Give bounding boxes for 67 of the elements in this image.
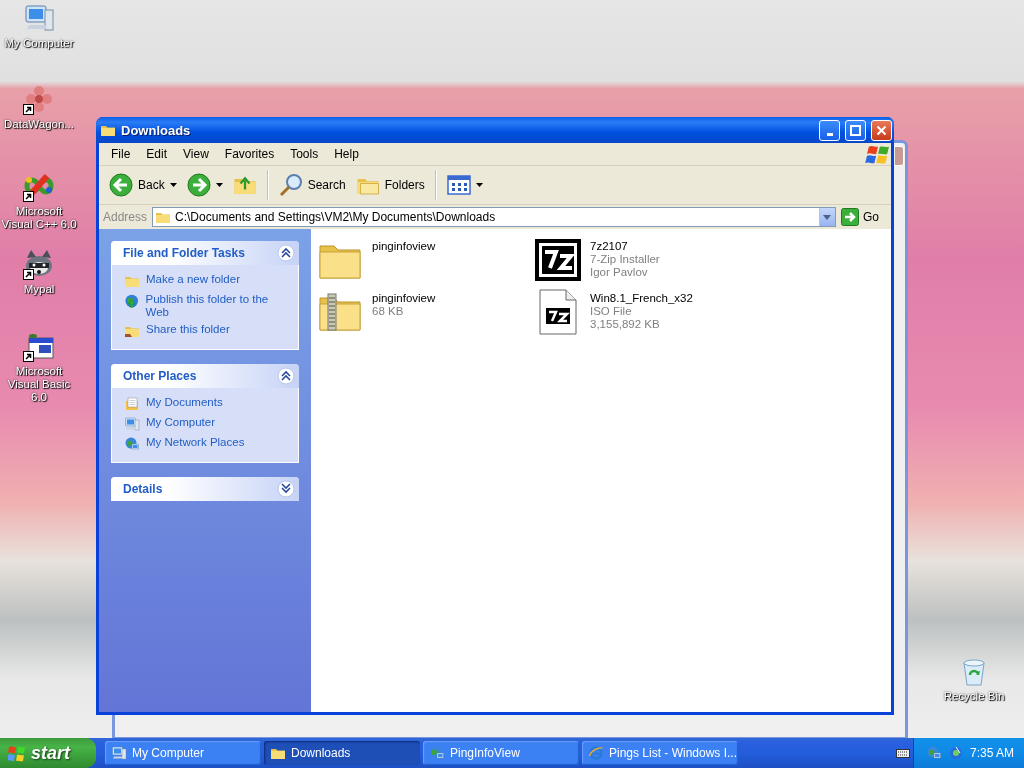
taskbar-button[interactable]: My Computer: [105, 741, 261, 765]
back-button[interactable]: Back: [105, 171, 181, 199]
menu-item[interactable]: Edit: [138, 147, 176, 161]
caret-icon: [215, 183, 223, 187]
menu-item[interactable]: Tools: [282, 147, 327, 161]
file-detail: Igor Pavlov: [590, 266, 649, 279]
window-title: Downloads: [121, 122, 192, 138]
ie-logo-icon: [588, 745, 604, 761]
flower-icon[interactable]: [23, 83, 55, 115]
file-detail: 7-Zip Installer: [590, 253, 660, 266]
close-icon: [876, 124, 887, 136]
collapse-chevron-icon[interactable]: [277, 244, 295, 262]
taskbar-button[interactable]: Pings List - Windows I...: [582, 741, 738, 765]
collapse-chevron-icon[interactable]: [277, 367, 295, 385]
task-link[interactable]: Make a new folder: [146, 273, 240, 286]
address-label: Address: [103, 210, 148, 224]
maximize-button[interactable]: [845, 119, 866, 141]
file-name[interactable]: pinginfoview: [372, 292, 436, 305]
search-icon: [278, 173, 303, 197]
file-detail: ISO File: [590, 305, 633, 318]
file-name[interactable]: 7z2107: [590, 240, 660, 253]
network-computers-icon: [429, 745, 445, 761]
file-detail: 68 KB: [372, 305, 405, 318]
taskbar-button[interactable]: PingInfoView: [423, 741, 579, 765]
menu-item[interactable]: Favorites: [216, 147, 283, 161]
computer-icon[interactable]: [23, 2, 55, 34]
caret-icon: [169, 183, 177, 187]
menu-item[interactable]: Help: [326, 147, 367, 161]
minimize-icon: [826, 132, 833, 136]
caret-icon: [475, 183, 483, 187]
desktop-icon-label[interactable]: Recycle Bin: [943, 690, 1005, 703]
windows-flag-icon: [8, 744, 26, 762]
desktop-icon-label[interactable]: My Computer: [4, 37, 74, 50]
close-button[interactable]: [871, 119, 892, 141]
menu-item[interactable]: View: [175, 147, 217, 161]
documents-icon: [124, 396, 140, 412]
expand-chevron-icon[interactable]: [277, 480, 295, 498]
folders-button[interactable]: Folders: [351, 171, 429, 199]
taskbar-button[interactable]: Downloads: [264, 741, 420, 765]
windows-flag-icon: [865, 143, 891, 165]
task-link[interactable]: Publish this folder to the Web: [145, 293, 290, 319]
file-detail: 3,155,892 KB: [590, 318, 661, 331]
go-arrow-icon: [841, 208, 859, 226]
maximize-icon: [850, 124, 861, 136]
file-name[interactable]: pinginfoview: [372, 240, 436, 253]
clock: 7:35 AM: [969, 746, 1014, 760]
views-grid-icon: [446, 174, 471, 196]
go-button[interactable]: Go: [841, 208, 887, 226]
panel-title[interactable]: Details: [123, 482, 163, 496]
computer-icon: [124, 416, 140, 432]
keyboard-icon: [895, 747, 910, 759]
computer-icon: [111, 745, 127, 761]
search-button[interactable]: Search: [274, 171, 350, 199]
menu-item[interactable]: File: [103, 147, 139, 161]
tray-app-icon[interactable]: [947, 745, 964, 761]
task-link[interactable]: Share this folder: [146, 323, 230, 336]
globe-icon: [124, 293, 140, 309]
dropdown-button[interactable]: [819, 208, 835, 226]
network-computers-icon: [124, 436, 140, 452]
installer-icon[interactable]: [534, 236, 582, 284]
file-name[interactable]: Win8.1_French_x32: [590, 292, 693, 305]
caret-icon: [823, 214, 832, 220]
address-field[interactable]: C:\Documents and Settings\VM2\My Documents\Downloads: [152, 207, 836, 227]
minimize-button[interactable]: [819, 119, 840, 141]
task-link[interactable]: My Network Places: [146, 436, 245, 449]
task-link[interactable]: My Computer: [146, 416, 216, 429]
task-link[interactable]: My Documents: [146, 396, 223, 409]
